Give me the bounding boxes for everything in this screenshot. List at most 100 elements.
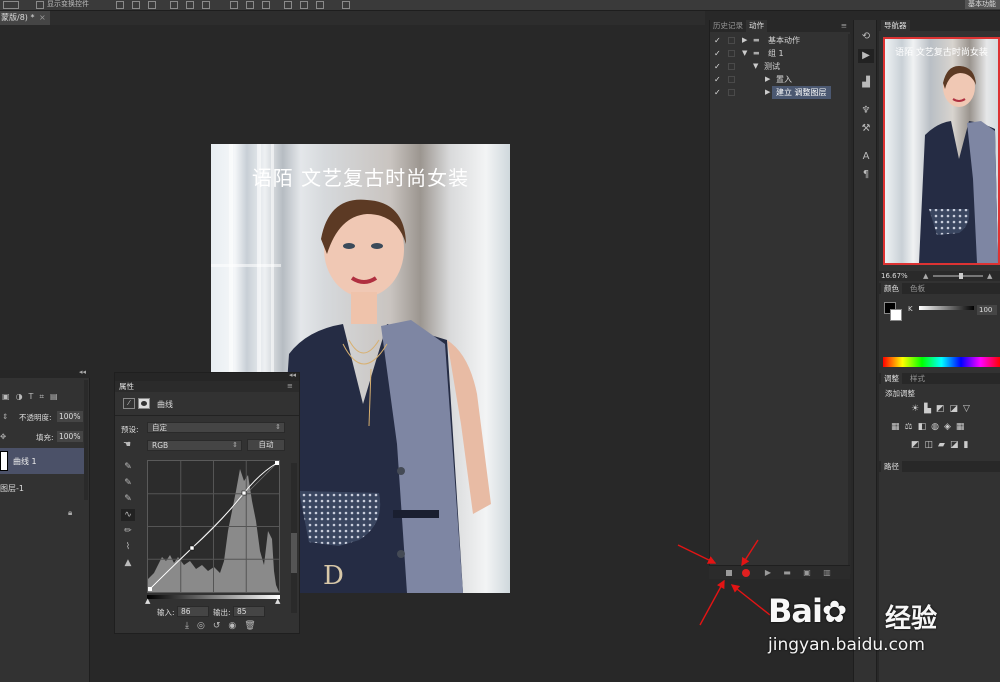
auto-button[interactable]: 自动 — [247, 439, 285, 451]
invert-icon[interactable]: ◩ — [911, 440, 920, 450]
character-icon[interactable]: A — [858, 150, 874, 164]
blend-mode-dropdown[interactable]: ⇕ — [2, 412, 8, 421]
expand-triangle-icon[interactable]: ▶ — [765, 86, 770, 99]
levels-icon[interactable]: ▙ — [924, 404, 931, 414]
curve-graph[interactable] — [147, 460, 280, 593]
action-row-basic[interactable]: ✓ ▶ ▬ 基本动作 — [710, 34, 841, 47]
clipping-warning-icon[interactable]: ▲ — [121, 557, 135, 569]
document-tab[interactable]: 蒙版/8) * × — [0, 11, 50, 25]
action-row-adjust-layer[interactable]: ✓ ▶ 建立 调整图层 — [710, 86, 841, 99]
toggle-check-icon[interactable]: ✓ — [714, 47, 721, 60]
color-balance-icon[interactable]: ⚖ — [905, 422, 913, 432]
action-row-place[interactable]: ✓ ▶ 置入 — [710, 73, 841, 86]
filter-shape-icon[interactable]: ⌗ — [39, 392, 44, 404]
dialog-toggle[interactable] — [728, 37, 735, 44]
action-row-set1[interactable]: ✓ ▼ ▬ 组 1 — [710, 47, 841, 60]
histogram-icon[interactable]: ▟ — [858, 76, 874, 90]
delete-icon[interactable]: ▥ — [822, 568, 832, 578]
channel-dropdown[interactable]: RGB ⇕ — [147, 440, 242, 451]
workspace-switcher[interactable]: 基本功能 — [965, 0, 1000, 9]
dialog-toggle[interactable] — [728, 76, 735, 83]
gradient-map-icon[interactable]: ▮ — [963, 440, 968, 450]
properties-scrollbar[interactable] — [291, 463, 297, 613]
white-point-eyedropper-icon[interactable]: ✎ — [121, 493, 135, 505]
align-hcenter-icon[interactable] — [186, 1, 194, 9]
brush-icon[interactable]: ♆ — [858, 104, 874, 118]
curve-point-tool-icon[interactable]: ∿ — [121, 509, 135, 521]
opacity-field[interactable]: 100% — [57, 411, 83, 422]
show-transform-checkbox[interactable] — [36, 1, 44, 9]
new-action-icon[interactable]: ▣ — [802, 568, 812, 578]
history-icon[interactable]: ⟲ — [858, 30, 874, 44]
visibility-eye-icon[interactable]: ◉ — [228, 621, 236, 633]
distribute-vcenter-icon[interactable] — [246, 1, 254, 9]
photo-filter-icon[interactable]: ◍ — [931, 422, 939, 432]
toggle-check-icon[interactable]: ✓ — [714, 86, 721, 99]
dialog-toggle[interactable] — [728, 63, 735, 70]
tab-styles[interactable]: 样式 — [907, 373, 928, 384]
curves-icon[interactable]: ◩ — [936, 404, 945, 414]
filter-adjustment-icon[interactable]: ◑ — [16, 392, 23, 404]
close-tab-icon[interactable]: × — [39, 13, 46, 22]
new-set-icon[interactable]: ▬ — [782, 568, 792, 578]
align-vcenter-icon[interactable] — [132, 1, 140, 9]
align-left-icon[interactable] — [170, 1, 178, 9]
input-value-field[interactable]: 86 — [177, 606, 209, 617]
collapse-triangle-icon[interactable]: ▼ — [753, 60, 758, 73]
auto-align-icon[interactable] — [342, 1, 350, 9]
align-right-icon[interactable] — [202, 1, 210, 9]
vibrance-icon[interactable]: ▽ — [963, 404, 970, 414]
toggle-check-icon[interactable]: ✓ — [714, 60, 721, 73]
action-row-test[interactable]: ✓ ▼ 测试 — [710, 60, 841, 73]
tab-navigator[interactable]: 导航器 — [881, 20, 910, 31]
k-slider[interactable] — [919, 306, 974, 310]
zoom-in-icon[interactable]: ▲ — [987, 271, 992, 281]
layer-row-background[interactable]: 🔒︎ — [0, 502, 88, 526]
panel-menu-icon[interactable]: ≡ — [287, 381, 293, 392]
distribute-bottom-icon[interactable] — [262, 1, 270, 9]
tool-preset-dropdown[interactable] — [3, 1, 19, 9]
properties-tab[interactable]: 属性 ≡ — [115, 381, 299, 392]
collapse-triangle-icon[interactable]: ▼ — [742, 47, 747, 60]
toggle-check-icon[interactable]: ✓ — [714, 34, 721, 47]
tab-paths[interactable]: 路径 — [881, 461, 902, 472]
target-adjust-hand-icon[interactable]: ☚ — [123, 440, 131, 450]
tab-color[interactable]: 颜色 — [881, 283, 902, 294]
dialog-toggle[interactable] — [728, 50, 735, 57]
gray-point-eyedropper-icon[interactable]: ✎ — [121, 477, 135, 489]
exposure-icon[interactable]: ◪ — [950, 404, 959, 414]
black-slider-icon[interactable]: ▲ — [145, 597, 150, 605]
selective-color-icon[interactable]: ◪ — [950, 440, 959, 450]
align-bottom-icon[interactable] — [148, 1, 156, 9]
threshold-icon[interactable]: ▰ — [938, 440, 945, 450]
actions-icon[interactable]: ▶ — [858, 49, 874, 63]
preset-dropdown[interactable]: 自定 ⇕ — [147, 422, 285, 433]
tab-history[interactable]: 历史记录 — [710, 20, 746, 32]
collapse-panel-icon[interactable]: ◂◂ — [289, 371, 296, 379]
pencil-tool-icon[interactable]: ✏ — [121, 525, 135, 537]
output-value-field[interactable]: 85 — [233, 606, 265, 617]
zoom-slider[interactable] — [933, 275, 983, 277]
toggle-check-icon[interactable]: ✓ — [714, 73, 721, 86]
layer-row-image[interactable]: 图层-1 — [0, 476, 88, 500]
smooth-curve-icon[interactable]: ⌇ — [121, 541, 135, 553]
posterize-icon[interactable]: ◫ — [925, 440, 934, 450]
zoom-out-icon[interactable]: ▲ — [923, 271, 928, 281]
delete-icon[interactable]: 🗑︎ — [244, 621, 255, 633]
tab-actions[interactable]: 动作 — [746, 20, 767, 32]
distribute-top-icon[interactable] — [230, 1, 238, 9]
mask-icon[interactable] — [138, 398, 150, 409]
layer-row-curves[interactable]: 曲线 1 — [0, 448, 88, 474]
zoom-slider-handle[interactable] — [959, 273, 963, 279]
channel-mixer-icon[interactable]: ◈ — [944, 422, 951, 432]
tool-presets-icon[interactable]: ⚒ — [858, 122, 874, 136]
black-point-eyedropper-icon[interactable]: ✎ — [121, 461, 135, 473]
layer-mask-thumbnail[interactable] — [0, 451, 8, 471]
tab-swatches[interactable]: 色板 — [907, 283, 928, 294]
actions-scrollbar[interactable] — [848, 34, 851, 574]
background-color-swatch[interactable] — [890, 309, 902, 321]
panel-menu-icon[interactable]: ≡ — [838, 20, 850, 32]
filter-smart-icon[interactable]: ▤ — [50, 392, 58, 404]
color-lookup-icon[interactable]: ▦ — [956, 422, 965, 432]
black-white-icon[interactable]: ◧ — [918, 422, 927, 432]
